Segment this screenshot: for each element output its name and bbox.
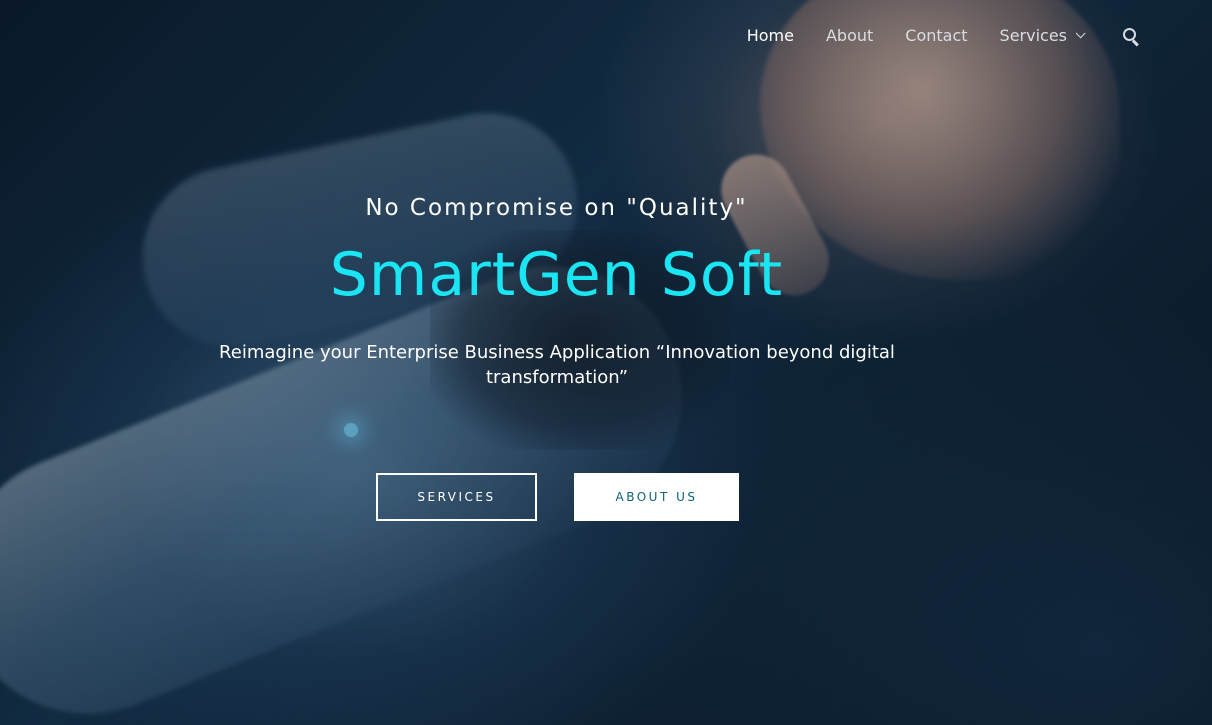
hero-tagline: No Compromise on "Quality" xyxy=(365,195,748,221)
nav-item-about[interactable]: About xyxy=(826,26,873,45)
services-button[interactable]: SERVICES xyxy=(376,473,537,521)
nav-item-services-label[interactable]: Services xyxy=(1000,26,1067,45)
hero-section: Home About Contact Services No Compromis… xyxy=(0,0,1212,725)
nav-item-home[interactable]: Home xyxy=(747,26,794,45)
about-us-button[interactable]: ABOUT US xyxy=(574,473,739,521)
search-icon[interactable] xyxy=(1122,27,1140,46)
hero-subtitle: Reimagine your Enterprise Business Appli… xyxy=(219,342,895,388)
hero-brand-title: SmartGen Soft xyxy=(329,240,784,310)
chevron-down-icon[interactable] xyxy=(1075,28,1086,39)
nav-item-services[interactable]: Services xyxy=(1000,26,1086,45)
nav-item-contact[interactable]: Contact xyxy=(905,26,967,45)
main-nav: Home About Contact Services xyxy=(747,26,1140,46)
